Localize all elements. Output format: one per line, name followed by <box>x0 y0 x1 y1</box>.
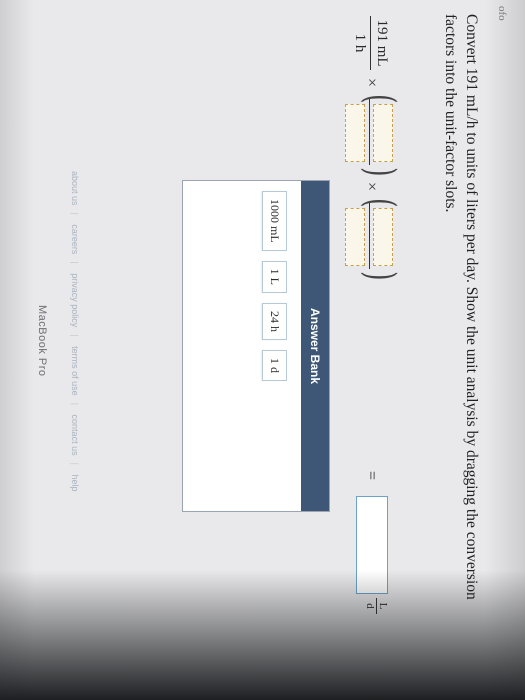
tile-1-l[interactable]: 1 L <box>262 260 287 294</box>
unit-analysis-expression: 191 mL 1 h × ( ) × ( ) = L d <box>328 16 403 646</box>
footer-link-terms[interactable]: terms of use <box>70 346 80 396</box>
left-paren: ( <box>357 198 403 208</box>
answer-bank-title: Answer Bank <box>301 181 329 511</box>
device-label: MacBook Pro <box>36 305 48 377</box>
given-fraction: 191 mL 1 h <box>351 16 390 70</box>
footer-links: about us| careers| privacy policy| terms… <box>70 171 80 492</box>
factor2-numerator-slot[interactable] <box>373 208 393 266</box>
times-symbol: × <box>363 182 380 192</box>
photo-vignette-bottom <box>0 570 525 700</box>
factor2-fraction-line <box>369 203 370 269</box>
given-numerator: 191 mL <box>370 16 390 70</box>
answer-bank-tiles: 1000 mL 1 L 24 h 1 d <box>248 181 301 511</box>
left-paren: ( <box>357 94 403 104</box>
right-paren: ) <box>357 167 403 177</box>
given-denominator: 1 h <box>352 33 368 53</box>
answer-bank: Answer Bank 1000 mL 1 L 24 h 1 d <box>182 180 330 512</box>
question-panel: ofo Convert 191 mL/h to units of liters … <box>5 6 510 646</box>
question-text: Convert 191 mL/h to units of liters per … <box>442 14 480 600</box>
footer-link-careers[interactable]: careers <box>70 224 80 254</box>
equals-sign: = <box>363 471 380 481</box>
tile-1-d[interactable]: 1 d <box>262 350 287 382</box>
factor1-denominator-slot[interactable] <box>345 104 365 162</box>
right-paren: ) <box>357 271 403 281</box>
tile-1000-ml[interactable]: 1000 mL <box>262 191 287 251</box>
tile-24-h[interactable]: 24 h <box>262 303 287 341</box>
factor1-numerator-slot[interactable] <box>373 104 393 162</box>
times-symbol: × <box>363 78 380 88</box>
footer-link-about[interactable]: about us <box>70 171 80 206</box>
footer-link-contact[interactable]: contact us <box>70 415 80 456</box>
factor1-fraction-line <box>369 99 370 165</box>
header-tag: ofo <box>496 6 508 21</box>
factor2-denominator-slot[interactable] <box>345 208 365 266</box>
footer-link-privacy[interactable]: privacy policy <box>70 273 80 327</box>
footer-link-help[interactable]: help <box>70 474 80 491</box>
